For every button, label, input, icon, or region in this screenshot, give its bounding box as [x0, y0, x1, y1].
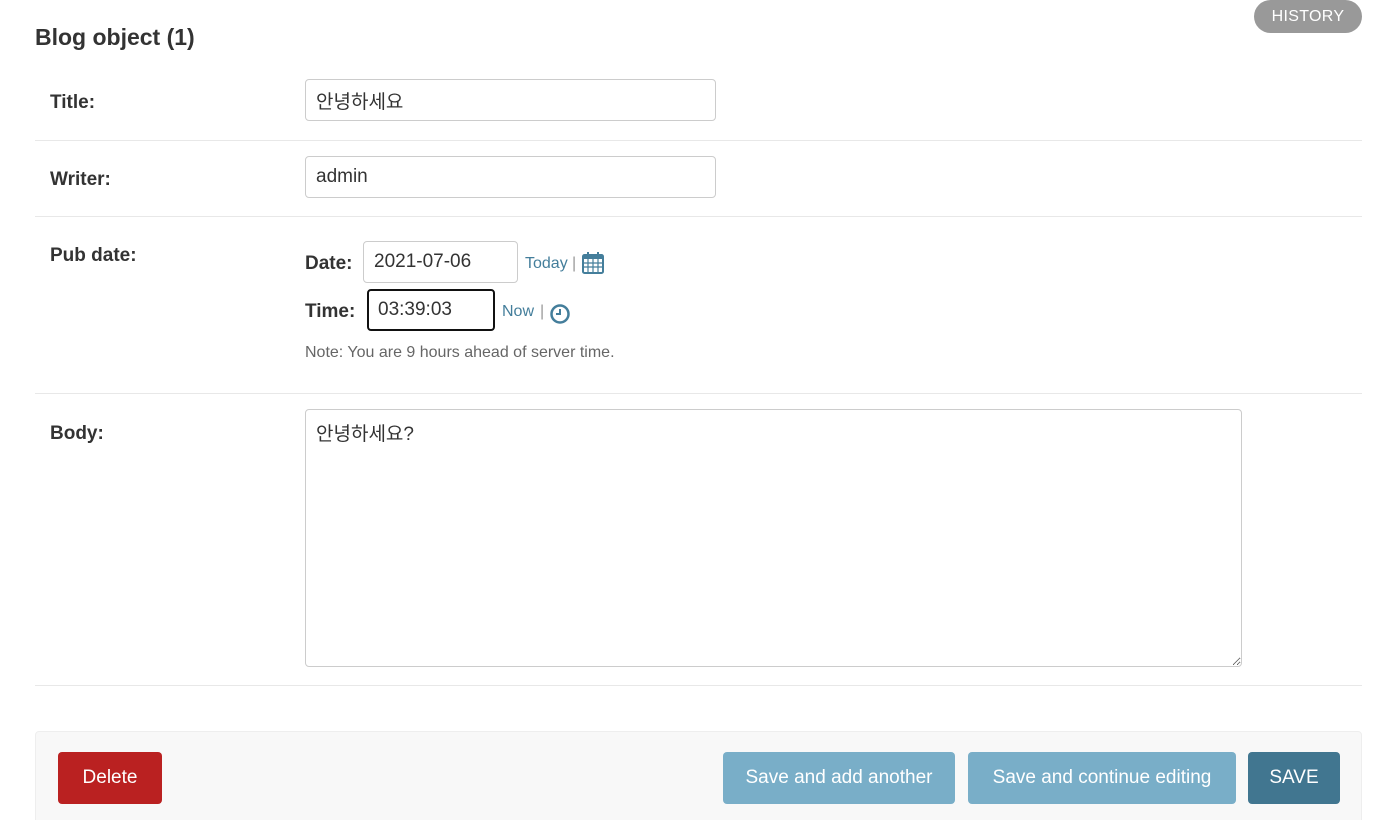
date-shortcut-separator: |: [572, 255, 577, 272]
writer-label: Writer:: [50, 169, 111, 190]
body-label: Body:: [50, 423, 104, 444]
date-input[interactable]: [363, 241, 518, 283]
history-button[interactable]: HISTORY: [1254, 0, 1362, 33]
form-row-body: Body: 안녕하세요?: [35, 394, 1362, 686]
form-row-writer: Writer:: [35, 141, 1362, 217]
save-and-add-another-button[interactable]: Save and add another: [723, 752, 955, 804]
date-label: Date:: [305, 253, 353, 274]
save-button[interactable]: SAVE: [1248, 752, 1340, 804]
now-link[interactable]: Now: [502, 303, 534, 321]
time-label: Time:: [305, 301, 356, 322]
submit-row: Delete Save and add another Save and con…: [35, 731, 1362, 820]
clock-icon[interactable]: [549, 303, 571, 325]
delete-button[interactable]: Delete: [58, 752, 162, 804]
form-row-title: Title:: [35, 64, 1362, 141]
title-label: Title:: [50, 92, 96, 113]
body-textarea[interactable]: 안녕하세요?: [305, 409, 1242, 667]
change-form-page: HISTORY Blog object (1) Title: Writer: P…: [0, 0, 1386, 820]
title-input[interactable]: [305, 79, 716, 121]
time-shortcut-separator: |: [540, 303, 545, 320]
pub-date-label: Pub date:: [50, 245, 137, 266]
page-title: Blog object (1): [35, 24, 195, 50]
form-row-pub-date: Pub date: Date: Today | Time: Now | Note…: [35, 217, 1362, 394]
calendar-icon[interactable]: [581, 251, 605, 275]
time-input[interactable]: [367, 289, 495, 331]
save-and-continue-button[interactable]: Save and continue editing: [968, 752, 1236, 804]
today-link[interactable]: Today: [525, 255, 568, 273]
writer-input[interactable]: [305, 156, 716, 198]
timezone-note: Note: You are 9 hours ahead of server ti…: [305, 344, 615, 361]
